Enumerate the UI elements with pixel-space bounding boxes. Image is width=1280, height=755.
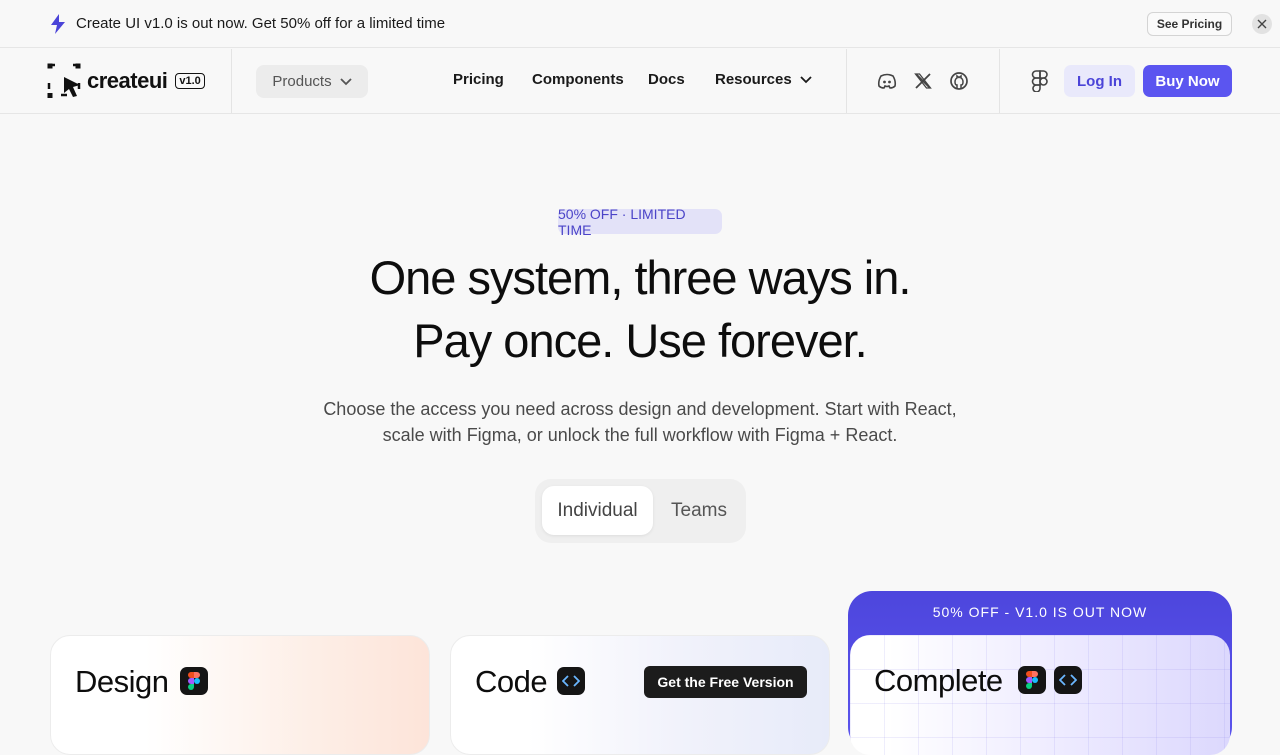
nav-divider bbox=[846, 49, 847, 113]
nav-link-pricing[interactable]: Pricing bbox=[453, 71, 504, 88]
figma-app-icon bbox=[180, 667, 208, 695]
login-button[interactable]: Log In bbox=[1064, 65, 1135, 97]
plan-card-design: Design bbox=[50, 635, 430, 755]
announcement-text: Create UI v1.0 is out now. Get 50% off f… bbox=[76, 15, 446, 32]
hero-title-line1: One system, three ways in. bbox=[369, 251, 912, 304]
products-dropdown[interactable]: Products bbox=[256, 65, 368, 98]
figma-icon bbox=[188, 672, 200, 690]
version-badge: v1.0 bbox=[175, 73, 205, 89]
x-icon[interactable] bbox=[913, 71, 933, 91]
buy-now-button[interactable]: Buy Now bbox=[1143, 65, 1232, 97]
products-label: Products bbox=[272, 73, 332, 90]
figma-app-icon bbox=[1018, 666, 1046, 694]
code-app-icon bbox=[557, 667, 585, 695]
see-pricing-button[interactable]: See Pricing bbox=[1147, 12, 1232, 36]
featured-promo-text: 50% OFF - V1.0 IS OUT NOW bbox=[932, 604, 1148, 620]
logo[interactable]: createui v1.0 bbox=[47, 62, 205, 100]
chevron-down-icon bbox=[800, 75, 812, 83]
toggle-individual[interactable]: Individual bbox=[542, 486, 653, 535]
get-free-version-button[interactable]: Get the Free Version bbox=[644, 666, 807, 698]
figma-icon[interactable] bbox=[1031, 70, 1049, 92]
nav-divider bbox=[231, 49, 232, 113]
announcement-bar: Create UI v1.0 is out now. Get 50% off f… bbox=[0, 0, 1280, 48]
nav-divider bbox=[999, 49, 1000, 113]
plan-audience-toggle: Individual Teams bbox=[535, 479, 746, 543]
plan-card-complete: Complete bbox=[850, 635, 1230, 755]
close-icon bbox=[1257, 19, 1267, 29]
lightning-icon bbox=[51, 14, 65, 34]
nav-link-components[interactable]: Components bbox=[532, 71, 624, 88]
code-app-icon bbox=[1054, 666, 1082, 694]
code-icon bbox=[562, 675, 580, 687]
nav-link-docs[interactable]: Docs bbox=[648, 71, 685, 88]
resources-label: Resources bbox=[715, 71, 792, 88]
plan-title: Design bbox=[75, 664, 169, 699]
chevron-down-icon bbox=[339, 77, 352, 85]
code-icon bbox=[1059, 674, 1077, 686]
figma-icon bbox=[1026, 671, 1038, 689]
toggle-teams[interactable]: Teams bbox=[659, 486, 739, 535]
hero-subtitle-line2: scale with Figma, or unlock the full wor… bbox=[382, 425, 898, 445]
logo-text: createui bbox=[87, 68, 168, 93]
top-nav: createui v1.0 Products Pricing Component… bbox=[0, 49, 1280, 114]
hero-title-line2: Pay once. Use forever. bbox=[413, 314, 867, 367]
logo-icon bbox=[47, 63, 81, 98]
github-icon[interactable] bbox=[949, 71, 969, 91]
discount-badge: 50% OFF · LIMITED TIME bbox=[558, 206, 722, 238]
nav-link-resources[interactable]: Resources bbox=[715, 71, 812, 88]
close-announcement-button[interactable] bbox=[1252, 14, 1272, 34]
hero-subtitle-line1: Choose the access you need across design… bbox=[323, 399, 957, 419]
hero-subtitle: Choose the access you need across design… bbox=[290, 396, 990, 448]
plan-title: Code bbox=[475, 664, 548, 699]
discord-icon[interactable] bbox=[877, 71, 897, 91]
plan-title: Complete bbox=[874, 663, 1003, 698]
plan-card-code: Code Get the Free Version bbox=[450, 635, 830, 755]
